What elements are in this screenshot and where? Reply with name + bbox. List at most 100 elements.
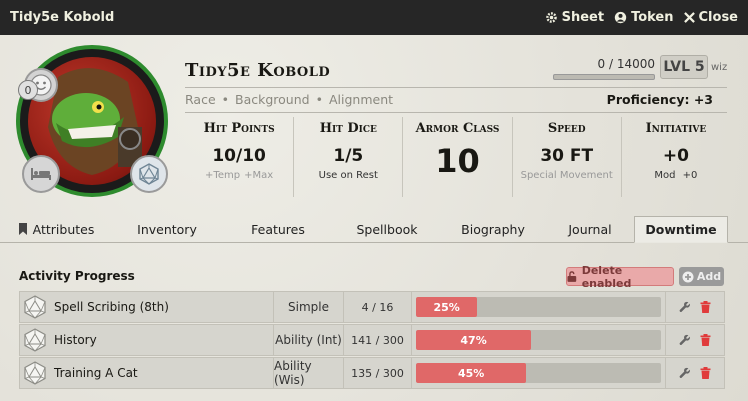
activity-progress-bar-cell: 47% [412,325,666,355]
xp-text: 0 / 14000 [597,57,655,71]
roll-activity-button[interactable] [24,328,46,352]
tab-label: Inventory [137,221,197,237]
level-badge: LVL 5 [660,55,708,79]
progress-bar-fill: 25% [416,297,478,317]
exhaustion-counter[interactable]: 0 [18,80,38,100]
mod-label: Mod [654,170,676,181]
add-activity-button[interactable]: Add [679,267,724,286]
stats-bar: Hit Points 10/10 +Temp +Max Hit Dice 1/5 … [185,117,730,197]
rest-button[interactable] [22,155,60,193]
initiative-label[interactable]: Initiative [622,121,730,136]
activity-row: Training A Cat Ability (Wis) 135 / 300 45% [19,357,725,389]
tab-features[interactable]: Features [222,216,334,242]
progress-bar-fill: 45% [416,363,527,383]
character-sheet: 0 Tidy5e Kobold 0 / 14000 LVL 5 wiz Race… [0,35,748,401]
activity-row: Spell Scribing (8th) Simple 4 / 16 25% [19,291,725,323]
activity-name[interactable]: Spell Scribing (8th) [54,300,169,314]
tab-label: Biography [461,221,525,237]
activity-name[interactable]: Training A Cat [54,366,138,380]
close-button[interactable]: Close [683,10,738,25]
max-hp-field[interactable]: +Max [244,170,273,181]
hit-points-value[interactable]: 10/10 [185,146,293,166]
roll-activity-button[interactable] [24,361,46,385]
proficiency-bonus: Proficiency: +3 [606,92,713,107]
activity-progress-bar-cell: 45% [412,358,666,388]
bookmark-icon [18,223,27,235]
d20-icon [139,163,159,185]
sheet-button[interactable]: Sheet [545,10,604,25]
d20-icon [24,361,46,385]
armor-class-block: Armor Class 10 [403,117,513,197]
edit-activity-button[interactable] [679,334,691,346]
armor-class-label: Armor Class [415,121,500,136]
tab-label: Attributes [32,221,95,237]
hp-extras: +Temp +Max [185,170,293,181]
background-field[interactable]: Background [235,92,310,107]
initiative-mod: Mod +0 [622,170,730,181]
progress-bar-fill: 47% [416,330,532,350]
tab-label: Downtime [645,222,717,237]
token-button-label: Token [631,10,674,25]
trash-icon [700,367,711,379]
xp-display[interactable]: 0 / 14000 [553,57,655,80]
delete-activity-button[interactable] [700,367,711,379]
armor-class-value: 10 [435,142,480,180]
close-icon [683,12,695,23]
progress-bar-track: 47% [416,330,661,350]
portrait[interactable] [16,45,168,197]
trash-icon [700,334,711,346]
wrench-icon [679,301,690,313]
wrench-icon [679,367,690,379]
activity-name-cell: Spell Scribing (8th) [20,292,274,322]
token-button[interactable]: Token [614,10,674,25]
close-button-label: Close [698,10,738,25]
inspiration-d20-button[interactable] [130,155,168,193]
roll-activity-button[interactable] [24,295,46,319]
unlock-icon [567,271,577,282]
initiative-value: +0 [662,146,689,166]
tab-attributes[interactable]: Attributes [0,216,112,242]
mod-value[interactable]: +0 [683,170,698,181]
tab-journal[interactable]: Journal [546,216,634,242]
delete-enabled-label: Delete enabled [581,263,632,290]
tab-inventory[interactable]: Inventory [112,216,222,242]
activity-name-cell: Training A Cat [20,358,274,388]
separator-dot: • [221,92,230,107]
activity-progress-bar-cell: 25% [412,292,666,322]
delete-activity-button[interactable] [700,301,711,313]
alignment-field[interactable]: Alignment [329,92,393,107]
race-field[interactable]: Race [185,92,216,107]
hit-dice-value[interactable]: 1/5 [294,146,402,166]
use-on-rest-note: Use on Rest [318,170,378,181]
tab-downtime[interactable]: Downtime [634,216,728,243]
activity-progress-count: 135 / 300 [344,358,412,388]
character-name[interactable]: Tidy5e Kobold [185,60,330,81]
activity-name-cell: History [20,325,274,355]
speed-label: Speed [547,121,586,136]
progress-bar-track: 25% [416,297,661,317]
tab-biography[interactable]: Biography [440,216,546,242]
d20-icon [24,328,46,352]
hit-dice-block: Hit Dice 1/5 Use on Rest [294,117,404,197]
edit-activity-button[interactable] [679,367,691,379]
progress-bar-track: 45% [416,363,661,383]
wrench-icon [679,334,690,346]
tab-label: Features [251,221,305,237]
separator-dot: • [315,92,323,107]
special-movement-field[interactable]: Special Movement [513,170,621,181]
trash-icon [700,301,711,313]
tab-spellbook[interactable]: Spellbook [334,216,440,242]
temp-hp-field[interactable]: +Temp [205,170,240,181]
xp-bar [553,74,655,80]
character-details: Race • Background • Alignment [185,92,393,107]
edit-activity-button[interactable] [679,301,691,313]
activity-name[interactable]: History [54,333,97,347]
speed-value: 30 FT [540,146,594,166]
d20-icon [24,295,46,319]
tab-label: Journal [568,221,612,237]
activity-type: Ability (Int) [274,325,344,355]
delete-enabled-button[interactable]: Delete enabled [566,264,674,290]
activity-list: Spell Scribing (8th) Simple 4 / 16 25% Histo… [19,291,725,390]
delete-activity-button[interactable] [700,334,711,346]
bed-icon [31,168,51,180]
